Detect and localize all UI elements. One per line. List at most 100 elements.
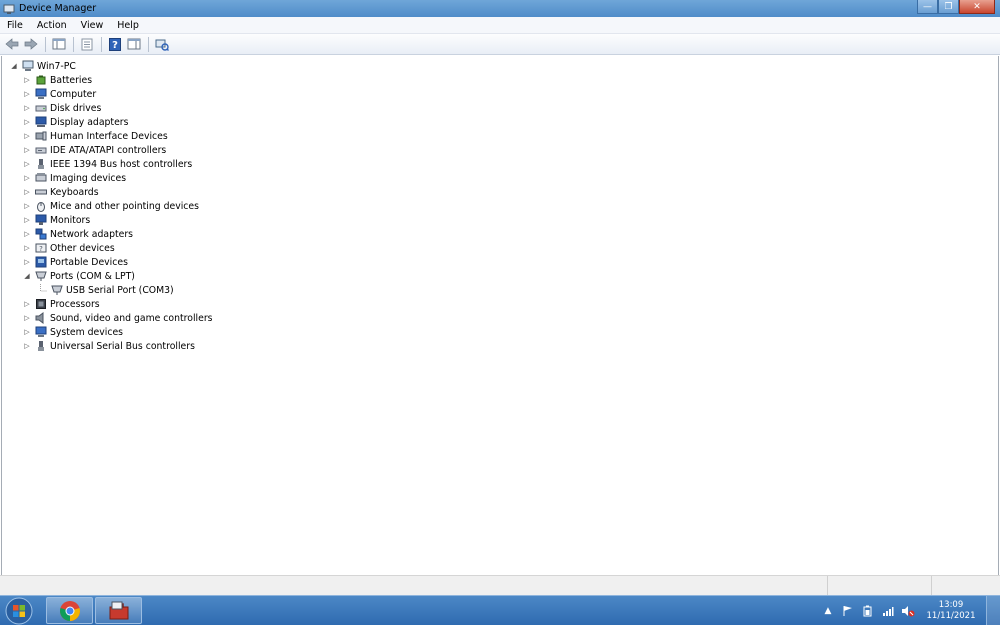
title-bar[interactable]: Device Manager — ❐ ✕ <box>0 0 1000 17</box>
network-signal-icon[interactable] <box>881 604 895 618</box>
expand-arrow-icon[interactable]: ▷ <box>23 244 31 252</box>
tree-item-monitors[interactable]: ▷ Monitors <box>23 213 90 227</box>
expand-arrow-icon[interactable]: ▷ <box>23 328 31 336</box>
status-bar <box>0 575 1000 595</box>
tree-item-ide-ata-atapi-controllers[interactable]: ▷ IDE ATA/ATAPI controllers <box>23 143 166 157</box>
tree-item-network-adapters[interactable]: ▷ Network adapters <box>23 227 133 241</box>
expand-arrow-icon[interactable]: ▷ <box>23 160 31 168</box>
expand-arrow-icon[interactable]: ▷ <box>23 76 31 84</box>
tree-item-ieee-1394-bus-host-controllers[interactable]: ▷ IEEE 1394 Bus host controllers <box>23 157 192 171</box>
collapse-arrow-icon[interactable]: ◢ <box>10 62 18 70</box>
help-icon: ? <box>108 37 121 51</box>
tree-item-universal-serial-bus-controllers[interactable]: ▷ Universal Serial Bus controllers <box>23 339 195 353</box>
taskbar: ▲ 13:09 11/11/2021 <box>0 595 1000 625</box>
device-manager-icon <box>3 4 15 14</box>
show-hide-console-tree-icon <box>52 38 65 50</box>
tree-item-keyboards[interactable]: ▷ Keyboards <box>23 185 98 199</box>
display-adapter-icon <box>35 116 47 127</box>
other-device-icon: ? <box>35 243 47 253</box>
menu-view[interactable]: View <box>74 20 111 31</box>
expand-arrow-icon[interactable]: ▷ <box>23 146 31 154</box>
tree-item-ports-com-lpt[interactable]: ◢ Ports (COM & LPT) <box>23 269 135 283</box>
expand-arrow-icon[interactable]: ▷ <box>23 104 31 112</box>
back-button[interactable] <box>3 36 20 53</box>
clock-date: 11/11/2021 <box>926 611 976 621</box>
close-button[interactable]: ✕ <box>959 0 995 14</box>
keyboard-icon <box>35 189 47 195</box>
tree-item-imaging-devices[interactable]: ▷ Imaging devices <box>23 171 126 185</box>
expand-arrow-icon[interactable]: ▷ <box>23 90 31 98</box>
show-hidden-icons-button[interactable]: ▲ <box>821 604 835 618</box>
svg-text:?: ? <box>112 40 118 51</box>
tree-item-display-adapters[interactable]: ▷ Display adapters <box>23 115 128 129</box>
status-cell <box>932 576 1000 595</box>
maximize-button[interactable]: ❐ <box>938 0 959 14</box>
chrome-icon <box>59 600 80 621</box>
menu-help[interactable]: Help <box>110 20 146 31</box>
action-pane-button[interactable] <box>125 36 142 53</box>
expand-arrow-icon[interactable]: ▷ <box>23 202 31 210</box>
toolbar: ? <box>0 34 1000 55</box>
status-cell <box>828 576 932 595</box>
root-label: Win7-PC <box>37 60 76 72</box>
tree-item-human-interface-devices[interactable]: ▷ Human Interface Devices <box>23 129 167 143</box>
battery-icon <box>36 75 46 85</box>
tree-item-mice-and-other-pointing-devices[interactable]: ▷ Mice and other pointing devices <box>23 199 199 213</box>
portable-device-icon <box>35 256 47 268</box>
expand-arrow-icon[interactable]: ▷ <box>23 300 31 308</box>
device-tree[interactable]: ◢ Win7-PC ▷ Batteries ▷ Computer ▷ Disk … <box>1 56 999 575</box>
forward-button[interactable] <box>22 36 39 53</box>
expand-arrow-icon[interactable]: ▷ <box>23 188 31 196</box>
computer-icon <box>22 60 34 71</box>
system-device-icon <box>35 326 47 337</box>
show-desktop-button[interactable] <box>986 596 1000 625</box>
tree-item-computer[interactable]: ▷ Computer <box>23 87 96 101</box>
imaging-device-icon <box>35 173 47 182</box>
computer-icon <box>35 88 47 99</box>
properties-icon <box>81 38 92 50</box>
menu-action[interactable]: Action <box>30 20 74 31</box>
expand-arrow-icon[interactable]: ▷ <box>23 314 31 322</box>
properties-button[interactable] <box>78 36 95 53</box>
minimize-button[interactable]: — <box>917 0 938 14</box>
tree-item-processors[interactable]: ▷ Processors <box>23 297 99 311</box>
port-icon <box>35 271 47 281</box>
tree-item-portable-devices[interactable]: ▷ Portable Devices <box>23 255 128 269</box>
taskbar-device-manager-button[interactable] <box>95 597 142 624</box>
expand-arrow-icon[interactable]: ▷ <box>23 132 31 140</box>
help-button[interactable]: ? <box>106 36 123 53</box>
expand-arrow-icon[interactable]: ▷ <box>23 258 31 266</box>
toolbar-separator <box>148 36 149 52</box>
menu-bar: File Action View Help <box>0 17 1000 34</box>
start-button[interactable] <box>4 597 34 625</box>
toolbar-separator <box>73 36 74 52</box>
scan-hardware-button[interactable] <box>153 36 170 53</box>
taskbar-chrome-button[interactable] <box>46 597 93 624</box>
volume-muted-icon[interactable] <box>901 604 915 618</box>
action-pane-icon <box>127 38 140 50</box>
tree-item-batteries[interactable]: ▷ Batteries <box>23 73 92 87</box>
expand-arrow-icon[interactable]: ▷ <box>23 230 31 238</box>
clock[interactable]: 13:09 11/11/2021 <box>926 600 976 622</box>
ieee1394-icon <box>38 159 44 169</box>
collapse-arrow-icon[interactable]: ◢ <box>23 272 31 280</box>
action-center-flag-icon[interactable] <box>841 604 855 618</box>
power-icon[interactable] <box>861 604 875 618</box>
tree-item-sound-video-and-game-controllers[interactable]: ▷ Sound, video and game controllers <box>23 311 213 325</box>
expand-arrow-icon[interactable]: ▷ <box>23 118 31 126</box>
window-controls: — ❐ ✕ <box>917 0 995 14</box>
system-tray: ▲ 13:09 11/11/2021 <box>818 596 1000 625</box>
tree-item-system-devices[interactable]: ▷ System devices <box>23 325 123 339</box>
disk-drive-icon <box>35 105 47 112</box>
expand-arrow-icon[interactable]: ▷ <box>23 216 31 224</box>
hid-icon <box>35 131 47 141</box>
tree-item-disk-drives[interactable]: ▷ Disk drives <box>23 101 101 115</box>
expand-arrow-icon[interactable]: ▷ <box>23 174 31 182</box>
ide-controller-icon <box>35 147 47 154</box>
show-hide-console-tree-button[interactable] <box>50 36 67 53</box>
expand-arrow-icon[interactable]: ▷ <box>23 342 31 350</box>
tree-root[interactable]: ◢ Win7-PC <box>10 59 76 73</box>
tree-item-usb-serial-port-com3[interactable]: USB Serial Port (COM3) <box>51 283 174 297</box>
menu-file[interactable]: File <box>0 20 30 31</box>
tree-item-other-devices[interactable]: ▷ ? Other devices <box>23 241 114 255</box>
